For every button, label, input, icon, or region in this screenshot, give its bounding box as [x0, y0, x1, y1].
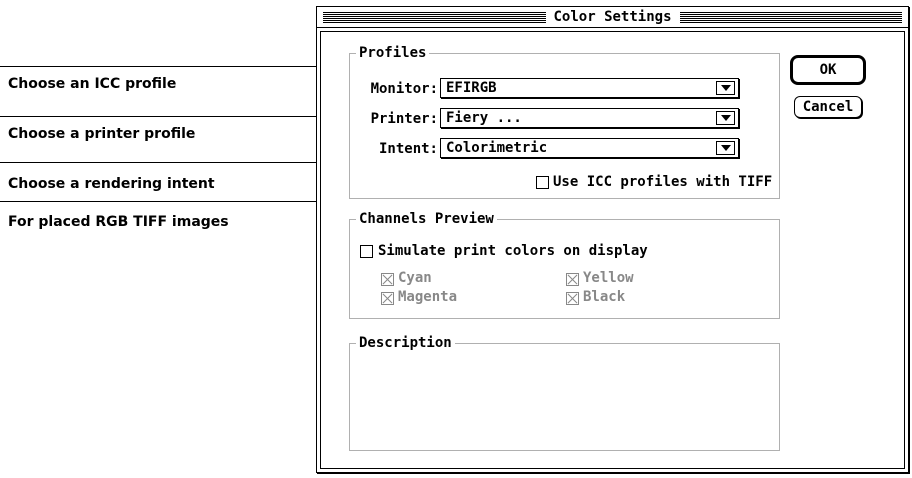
- printer-profile-popup[interactable]: Fiery ...: [440, 108, 739, 128]
- color-settings-dialog: Color Settings Profiles Monitor: EFIRGB …: [316, 6, 909, 473]
- use-icc-tiff-checkbox[interactable]: [536, 176, 549, 189]
- title-bar[interactable]: Color Settings: [317, 7, 908, 28]
- magenta-checkbox[interactable]: [381, 292, 394, 305]
- monitor-label: Monitor:: [370, 81, 438, 97]
- channels-preview-title: Channels Preview: [356, 210, 497, 228]
- chevron-down-icon: [716, 141, 735, 155]
- chevron-down-icon: [716, 111, 735, 125]
- cancel-button[interactable]: Cancel: [794, 96, 862, 118]
- simulate-print-colors-checkbox[interactable]: [360, 245, 373, 258]
- cyan-checkbox[interactable]: [381, 273, 394, 286]
- profiles-group-title: Profiles: [356, 44, 430, 62]
- cancel-button-label: Cancel: [802, 99, 854, 115]
- callout-rendering-intent: Choose a rendering intent: [8, 176, 215, 192]
- black-label: Black: [583, 289, 626, 305]
- yellow-label: Yellow: [583, 270, 634, 286]
- callout-rgb-tiff: For placed RGB TIFF images: [8, 214, 229, 230]
- ok-button[interactable]: OK: [790, 55, 866, 85]
- cyan-label: Cyan: [398, 270, 432, 286]
- monitor-profile-popup[interactable]: EFIRGB: [440, 78, 739, 98]
- ok-button-label: OK: [819, 62, 837, 78]
- use-icc-tiff-label[interactable]: Use ICC profiles with TIFF: [553, 173, 772, 191]
- black-checkbox[interactable]: [566, 292, 579, 305]
- leader-line-printer: [0, 116, 360, 117]
- magenta-label: Magenta: [398, 289, 458, 305]
- callout-icc-profile: Choose an ICC profile: [8, 76, 177, 92]
- intent-value: Colorimetric: [446, 140, 548, 156]
- intent-popup[interactable]: Colorimetric: [440, 138, 739, 158]
- chevron-down-icon: [716, 81, 735, 95]
- dialog-title: Color Settings: [545, 10, 680, 25]
- callout-printer-profile: Choose a printer profile: [8, 126, 196, 142]
- printer-profile-value: Fiery ...: [446, 110, 522, 126]
- monitor-profile-value: EFIRGB: [446, 80, 497, 96]
- simulate-print-colors-label[interactable]: Simulate print colors on display: [378, 242, 648, 260]
- profiles-group: Profiles Monitor: EFIRGB Printer: Fiery …: [349, 44, 780, 199]
- intent-label: Intent:: [378, 141, 438, 157]
- yellow-checkbox[interactable]: [566, 273, 579, 286]
- channels-preview-group: Channels Preview Simulate print colors o…: [349, 210, 780, 319]
- printer-label: Printer:: [370, 111, 438, 127]
- description-title: Description: [356, 334, 455, 352]
- description-group: Description: [349, 334, 780, 451]
